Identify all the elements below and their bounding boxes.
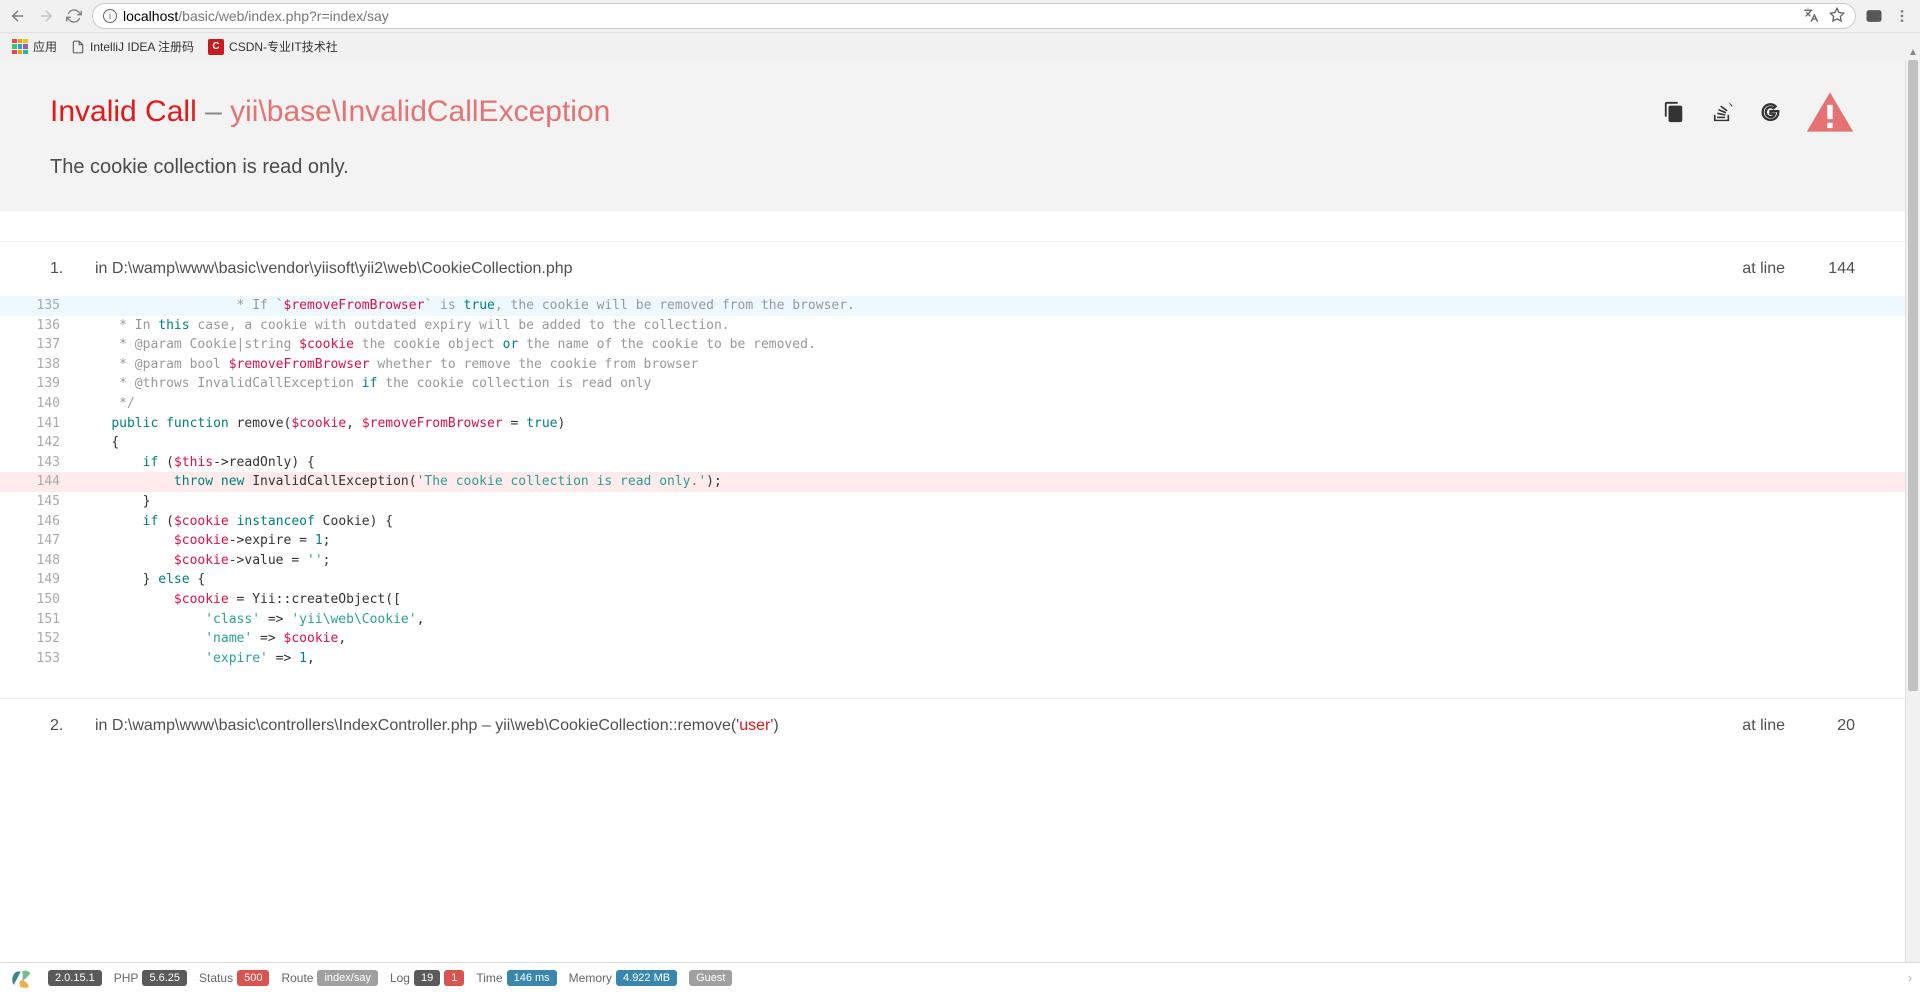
debug-log[interactable]: Log191 — [390, 970, 464, 986]
address-bar[interactable]: i localhost/basic/web/index.php?r=index/… — [92, 3, 1856, 29]
forward-button[interactable] — [36, 6, 56, 26]
code-line: 140 */ — [0, 394, 1905, 414]
code-line: 136 * In this case, a cookie with outdat… — [0, 316, 1905, 336]
browser-chrome: i localhost/basic/web/index.php?r=index/… — [0, 0, 1920, 61]
trace-location: in D:\wamp\www\basic\vendor\yiisoft\yii2… — [95, 260, 1742, 278]
google-icon[interactable] — [1757, 99, 1783, 125]
debug-user[interactable]: Guest — [689, 970, 732, 986]
warning-icon — [1805, 90, 1855, 134]
bookmark-apps[interactable]: 应用 — [12, 38, 57, 55]
trace-number: 1. — [50, 260, 95, 278]
page-content: Invalid Call – yii\base\InvalidCallExcep… — [0, 60, 1905, 962]
csdn-icon: C — [208, 39, 224, 55]
at-line-label: at line — [1742, 717, 1785, 735]
error-title: Invalid Call – yii\base\InvalidCallExcep… — [50, 95, 610, 129]
yii-logo-icon[interactable] — [8, 967, 36, 989]
trace-location: in D:\wamp\www\basic\controllers\IndexCo… — [95, 717, 1742, 735]
trace-item-2[interactable]: 2. in D:\wamp\www\basic\controllers\Inde… — [0, 698, 1905, 753]
copy-stacktrace-icon[interactable] — [1661, 99, 1687, 125]
at-line-label: at line — [1742, 260, 1785, 278]
scrollbar-thumb[interactable] — [1908, 60, 1918, 691]
debug-status[interactable]: Status500 — [199, 970, 269, 986]
code-line: 148 $cookie->value = ''; — [0, 551, 1905, 571]
apps-icon — [12, 39, 28, 55]
debug-toolbar: 2.0.15.1 PHP5.6.25 Status500 Routeindex/… — [0, 962, 1920, 992]
bookmarks-bar: 应用 IntelliJ IDEA 注册码 C CSDN-专业IT技术社 — [0, 32, 1920, 60]
debug-route[interactable]: Routeindex/say — [281, 970, 378, 986]
code-line: 141 public function remove($cookie, $rem… — [0, 414, 1905, 434]
menu-button[interactable] — [1892, 6, 1912, 26]
star-icon[interactable] — [1829, 7, 1845, 26]
code-line: 152 'name' => $cookie, — [0, 629, 1905, 649]
url-text: localhost/basic/web/index.php?r=index/sa… — [123, 8, 389, 24]
code-line: 139 * @throws InvalidCallException if th… — [0, 374, 1905, 394]
reload-button[interactable] — [64, 6, 84, 26]
stack-trace: 1. in D:\wamp\www\basic\vendor\yiisoft\y… — [0, 241, 1905, 753]
extension-icon[interactable] — [1864, 6, 1884, 26]
code-line: 143 if ($this->readOnly) { — [0, 453, 1905, 473]
bookmark-intellij[interactable]: IntelliJ IDEA 注册码 — [71, 38, 194, 55]
code-line: 138 * @param bool $removeFromBrowser whe… — [0, 355, 1905, 375]
code-line: 145 } — [0, 492, 1905, 512]
site-info-icon[interactable]: i — [103, 9, 117, 23]
file-icon — [71, 40, 85, 54]
code-line: 146 if ($cookie instanceof Cookie) { — [0, 512, 1905, 532]
code-line: 149 } else { — [0, 570, 1905, 590]
code-line: 135 * If `$removeFromBrowser` is true, t… — [0, 296, 1905, 316]
stackoverflow-icon[interactable] — [1709, 99, 1735, 125]
scrollbar[interactable]: ▲ ▼ — [1905, 60, 1920, 962]
code-block: 135 * If `$removeFromBrowser` is true, t… — [0, 296, 1905, 668]
code-line: 153 'expire' => 1, — [0, 649, 1905, 669]
debug-memory[interactable]: Memory4.922 MB — [569, 970, 677, 986]
at-line-number: 144 — [1825, 260, 1855, 278]
code-line: 151 'class' => 'yii\web\Cookie', — [0, 610, 1905, 630]
error-header: Invalid Call – yii\base\InvalidCallExcep… — [0, 60, 1905, 211]
nav-bar: i localhost/basic/web/index.php?r=index/… — [0, 0, 1920, 32]
debug-php[interactable]: PHP5.6.25 — [114, 970, 187, 986]
trace-number: 2. — [50, 717, 95, 735]
bookmark-csdn[interactable]: C CSDN-专业IT技术社 — [208, 38, 338, 55]
code-line: 150 $cookie = Yii::createObject([ — [0, 590, 1905, 610]
code-line: 147 $cookie->expire = 1; — [0, 531, 1905, 551]
trace-item-1[interactable]: 1. in D:\wamp\www\basic\vendor\yiisoft\y… — [0, 241, 1905, 668]
code-line: 137 * @param Cookie|string $cookie the c… — [0, 335, 1905, 355]
debug-time[interactable]: Time146 ms — [476, 970, 556, 986]
at-line-number: 20 — [1825, 717, 1855, 735]
translate-icon[interactable] — [1803, 7, 1819, 26]
debug-expand-icon[interactable]: › — [1908, 971, 1912, 985]
code-line: 144 throw new InvalidCallException('The … — [0, 472, 1905, 492]
back-button[interactable] — [8, 6, 28, 26]
debug-version[interactable]: 2.0.15.1 — [48, 970, 102, 986]
error-actions — [1661, 90, 1855, 134]
error-message: The cookie collection is read only. — [50, 156, 1855, 179]
code-line: 142 { — [0, 433, 1905, 453]
scroll-up-icon[interactable]: ▲ — [1906, 45, 1920, 60]
